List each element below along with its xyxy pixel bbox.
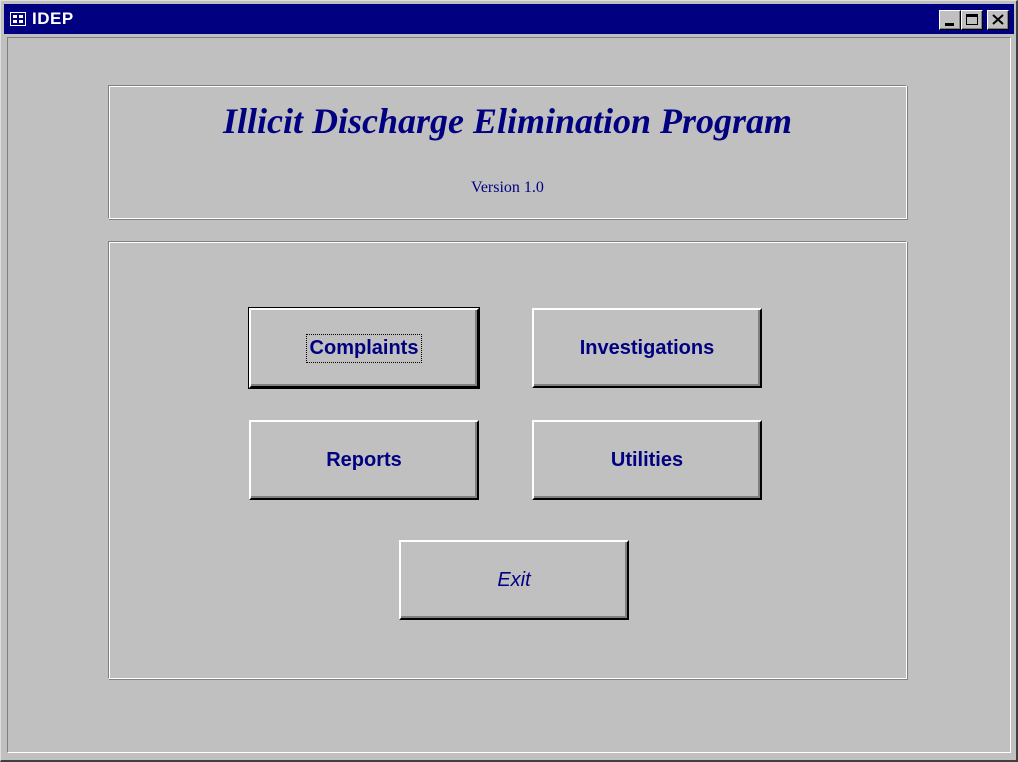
- header-panel: Illicit Discharge Elimination Program Ve…: [108, 85, 907, 219]
- app-title: Illicit Discharge Elimination Program: [222, 101, 793, 141]
- close-button[interactable]: [987, 10, 1009, 30]
- utilities-button[interactable]: Utilities: [532, 420, 762, 500]
- reports-button-label: Reports: [326, 448, 402, 471]
- exit-button-label: Exit: [497, 568, 531, 591]
- reports-button[interactable]: Reports: [249, 420, 479, 500]
- maximize-button[interactable]: [961, 10, 983, 30]
- investigations-button-label: Investigations: [579, 336, 715, 359]
- complaints-button[interactable]: Complaints: [248, 307, 480, 389]
- form-icon[interactable]: [10, 12, 26, 26]
- investigations-button[interactable]: Investigations: [532, 308, 762, 388]
- app-version: Version 1.0: [471, 179, 544, 196]
- title-bar[interactable]: IDEP: [4, 4, 1014, 34]
- complaints-button-label: Complaints: [305, 333, 423, 363]
- minimize-button[interactable]: [939, 10, 961, 30]
- close-icon: [992, 14, 1004, 25]
- form-client-area: Illicit Discharge Elimination Program Ve…: [7, 37, 1011, 753]
- exit-button[interactable]: Exit: [399, 540, 629, 620]
- window-title: IDEP: [32, 9, 74, 28]
- app-window: IDEP Illicit Discharge Elimination Progr…: [0, 0, 1018, 762]
- maximize-icon: [966, 14, 978, 25]
- minimize-icon: [945, 23, 954, 26]
- utilities-button-label: Utilities: [610, 448, 684, 471]
